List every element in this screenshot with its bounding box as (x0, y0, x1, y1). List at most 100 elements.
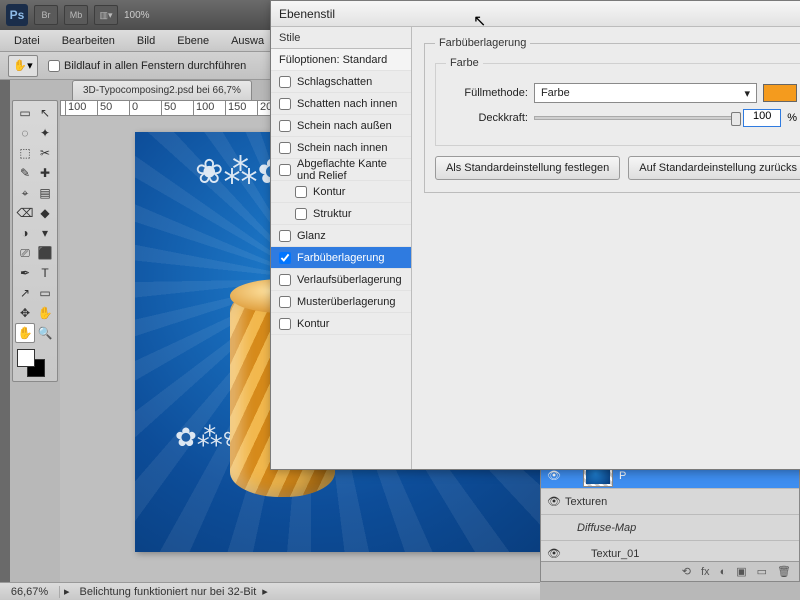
layer-name: Diffuse-Map (577, 522, 636, 534)
overlay-color-swatch[interactable] (763, 84, 797, 102)
style-item[interactable]: Musterüberlagerung (271, 291, 411, 313)
style-item[interactable]: Schlagschatten (271, 71, 411, 93)
style-item[interactable]: Farbüberlagerung (271, 247, 411, 269)
tool-pen[interactable]: ✒ (15, 263, 35, 283)
style-item[interactable]: Schatten nach innen (271, 93, 411, 115)
chevron-down-icon: ▾ (744, 87, 750, 100)
new-layer-icon[interactable]: ▭ (757, 565, 767, 578)
scroll-all-checkbox[interactable]: Bildlauf in allen Fenstern durchführen (48, 60, 246, 72)
tool-eraser[interactable]: ⌫ (15, 203, 35, 223)
style-checkbox[interactable] (279, 318, 291, 330)
tool-3drotate[interactable]: ✋ (35, 303, 55, 323)
tool-shape[interactable]: ▭ (35, 283, 55, 303)
minibridge-button[interactable]: Mb (64, 5, 88, 25)
style-checkbox[interactable] (279, 230, 291, 242)
style-checkbox[interactable] (279, 296, 291, 308)
adjust-icon[interactable]: ▣ (736, 565, 746, 578)
current-tool-icon[interactable]: ✋▾ (8, 55, 38, 77)
style-checkbox[interactable] (279, 252, 291, 264)
style-item[interactable]: Schein nach innen (271, 137, 411, 159)
style-checkbox[interactable] (279, 142, 291, 154)
style-checkbox[interactable] (295, 208, 307, 220)
style-checkbox[interactable] (279, 76, 291, 88)
styles-column: Stile Füloptionen: StandardSchlagschatte… (271, 27, 412, 469)
layer-row[interactable]: Diffuse-Map (541, 515, 799, 541)
visibility-icon[interactable]: 👁 (547, 495, 559, 508)
tool-zoom[interactable]: 🔍 (35, 323, 55, 343)
trash-icon[interactable]: 🗑 (777, 565, 791, 578)
tool-blur[interactable]: ▾ (35, 223, 55, 243)
tool-slice[interactable]: ✂ (35, 143, 55, 163)
style-item[interactable]: Schein nach außen (271, 115, 411, 137)
color-swatches[interactable] (15, 347, 55, 379)
tool-eyedropper[interactable]: ✎ (15, 163, 35, 183)
tool-type[interactable]: T (35, 263, 55, 283)
bridge-button[interactable]: Br (34, 5, 58, 25)
tool-3d[interactable]: ✥ (15, 303, 35, 323)
style-checkbox[interactable] (295, 186, 307, 198)
visibility-icon[interactable]: 👁 (547, 547, 559, 560)
scroll-all-input[interactable] (48, 60, 60, 72)
style-checkbox[interactable] (279, 274, 291, 286)
slider-knob[interactable] (731, 112, 741, 126)
style-item[interactable]: Verlaufsüberlagerung (271, 269, 411, 291)
tool-gradient[interactable]: ◆ (35, 203, 55, 223)
style-item[interactable]: Struktur (271, 203, 411, 225)
style-item[interactable]: Abgeflachte Kante und Relief (271, 159, 411, 181)
tool-crop[interactable]: ⬚ (15, 143, 35, 163)
dialog-title[interactable]: Ebenenstil (271, 1, 800, 27)
dock-collapse-strip[interactable] (0, 80, 10, 600)
status-message: Belichtung funktioniert nur bei 32-Bit (74, 586, 263, 598)
tool-heal[interactable]: ✚ (35, 163, 55, 183)
layer-style-dialog: Ebenenstil ↖ Stile Füloptionen: Standard… (270, 0, 800, 470)
style-item[interactable]: Kontur (271, 181, 411, 203)
style-label: Kontur (297, 318, 329, 330)
tool-hand[interactable]: ✋ (15, 323, 35, 343)
fx-icon[interactable]: fx (701, 566, 710, 578)
visibility-icon[interactable]: 👁 (547, 469, 559, 482)
menu-bild[interactable]: Bild (127, 33, 165, 49)
tool-brush[interactable]: ⌖ (15, 183, 35, 203)
foreground-swatch[interactable] (17, 349, 35, 367)
style-item[interactable]: Kontur (271, 313, 411, 335)
status-bar: 66,67% ▸ Belichtung funktioniert nur bei… (0, 582, 540, 600)
reset-default-button[interactable]: Auf Standardeinstellung zurücks (628, 156, 800, 180)
opacity-input[interactable]: 100 (743, 109, 781, 127)
toolbox: ▭ ↖ ◌ ✦ ⬚ ✂ ✎ ✚ ⌖ ▤ ⌫ ◆ ◑ ▾ ⎚ ⬛ ✒ T ↗ ▭ … (12, 100, 58, 382)
menu-ebene[interactable]: Ebene (167, 33, 219, 49)
status-zoom[interactable]: 66,67% (0, 586, 60, 598)
layer-row[interactable]: 👁 Texturen (541, 489, 799, 515)
settings-column: Farbüberlagerung Farbe Füllmethode: Farb… (412, 27, 800, 469)
tool-history[interactable]: ⎚ (15, 243, 35, 263)
style-label: Farbüberlagerung (297, 252, 384, 264)
style-checkbox[interactable] (279, 164, 291, 176)
style-checkbox[interactable] (279, 120, 291, 132)
tool-dodge[interactable]: ◑ (15, 223, 35, 243)
horizontal-ruler: 100 50 0 50 100 150 200 (60, 100, 280, 116)
menu-datei[interactable]: Datei (4, 33, 50, 49)
style-item[interactable]: Glanz (271, 225, 411, 247)
tool-stamp[interactable]: ▤ (35, 183, 55, 203)
layers-footer: ⟲ fx ◐ ▣ ▭ 🗑 (541, 561, 799, 581)
link-icon[interactable]: ⟲ (682, 565, 691, 578)
tool-path[interactable]: ↗ (15, 283, 35, 303)
tool-lasso[interactable]: ◌ (15, 123, 35, 143)
document-tab[interactable]: 3D-Typocomposing2.psd bei 66,7% (72, 80, 252, 100)
tool-move[interactable]: ↖ (35, 103, 55, 123)
make-default-button[interactable]: Als Standardeinstellung festlegen (435, 156, 620, 180)
screenmode-button[interactable]: ▥▾ (94, 5, 118, 25)
blendmode-select[interactable]: Farbe▾ (534, 83, 757, 103)
overlay-legend: Farbüberlagerung (435, 37, 530, 49)
style-label: Schlagschatten (297, 76, 372, 88)
tool-fill[interactable]: ⬛ (35, 243, 55, 263)
blendmode-label: Füllmethode: (446, 87, 528, 99)
tool-marquee[interactable]: ▭ (15, 103, 35, 123)
style-label: Verlaufsüberlagerung (297, 274, 402, 286)
menu-auswahl[interactable]: Auswa (221, 33, 274, 49)
menu-bearbeiten[interactable]: Bearbeiten (52, 33, 125, 49)
tool-wand[interactable]: ✦ (35, 123, 55, 143)
style-item[interactable]: Füloptionen: Standard (271, 49, 411, 71)
opacity-slider[interactable] (534, 116, 737, 120)
mask-icon[interactable]: ◐ (720, 566, 727, 578)
style-checkbox[interactable] (279, 98, 291, 110)
